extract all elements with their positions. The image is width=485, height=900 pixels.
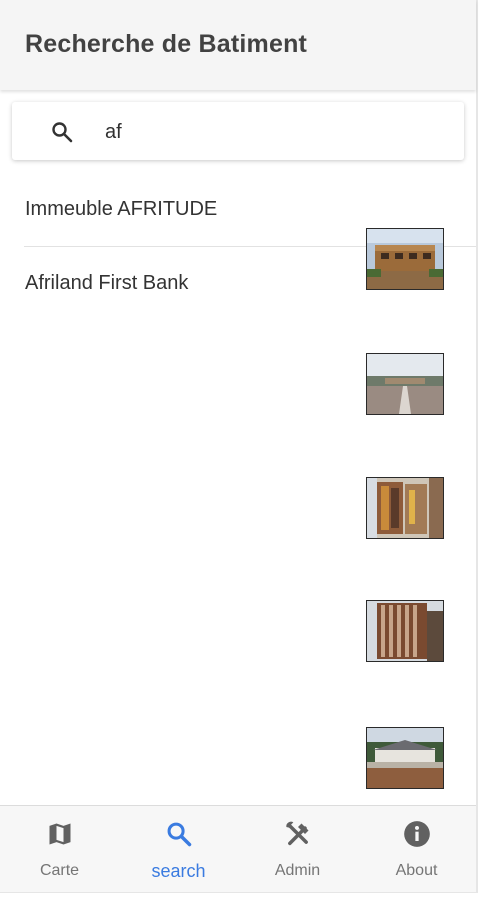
search-input[interactable] <box>105 114 445 150</box>
nav-item-carte[interactable]: Carte <box>0 806 119 892</box>
search-bar[interactable] <box>12 102 464 160</box>
nav-label: Carte <box>39 862 80 879</box>
search-icon <box>167 822 192 847</box>
nav-item-admin[interactable]: Admin <box>238 806 357 892</box>
building-thumbnail[interactable] <box>366 477 444 539</box>
app-bar: Recherche de Batiment <box>0 0 476 90</box>
map-icon <box>49 823 71 845</box>
tools-icon <box>286 821 309 846</box>
building-thumbnail[interactable] <box>366 353 444 415</box>
nav-item-about[interactable]: About <box>357 806 476 892</box>
building-thumbnail[interactable] <box>366 727 444 789</box>
nav-label: search <box>151 861 206 881</box>
result-label: Afriland First Bank <box>25 272 189 294</box>
info-icon <box>404 821 430 847</box>
search-icon <box>52 122 73 143</box>
building-thumbnail[interactable] <box>366 228 444 290</box>
bottom-navigation: Carte search Admin About <box>0 805 476 892</box>
nav-label: About <box>395 862 438 879</box>
result-label: Immeuble AFRITUDE <box>25 198 218 220</box>
nav-label: Admin <box>274 862 321 879</box>
building-thumbnail[interactable] <box>366 600 444 662</box>
app-frame: Recherche de Batiment Immeuble AFRITUDE … <box>0 0 478 893</box>
nav-item-search[interactable]: search <box>119 806 238 892</box>
page-title: Recherche de Batiment <box>25 30 308 58</box>
